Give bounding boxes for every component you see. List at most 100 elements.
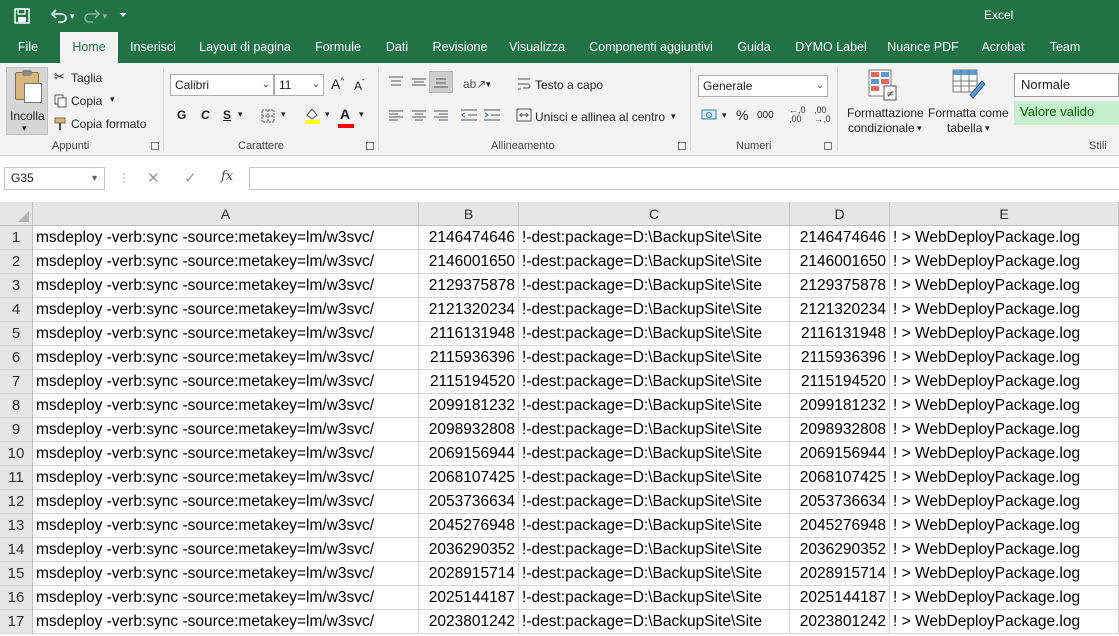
orientation-dropdown-icon[interactable]: ▾ xyxy=(486,79,491,90)
cell[interactable]: 2053736634 xyxy=(790,490,890,514)
cell[interactable]: !-dest:package=D:\BackupSite\Site xyxy=(519,250,790,274)
cell[interactable]: !-dest:package=D:\BackupSite\Site xyxy=(519,490,790,514)
cell[interactable]: 2028915714 xyxy=(419,562,519,586)
cell[interactable]: 2121320234 xyxy=(790,298,890,322)
font-name-select[interactable]: Calibri ⌄ xyxy=(170,74,274,96)
carattere-launcher-icon[interactable] xyxy=(366,142,374,150)
copy-button[interactable]: Copia xyxy=(71,94,102,108)
cell[interactable]: msdeploy -verb:sync -source:metakey=lm/w… xyxy=(33,418,419,442)
cell[interactable]: 2053736634 xyxy=(419,490,519,514)
tab-visualizza[interactable]: Visualizza xyxy=(504,32,570,63)
cell[interactable]: !-dest:package=D:\BackupSite\Site xyxy=(519,226,790,250)
tab-revisione[interactable]: Revisione xyxy=(426,32,494,63)
tab-inserisci[interactable]: Inserisci xyxy=(124,32,182,63)
style-good[interactable]: Valore valido xyxy=(1014,101,1119,125)
tab-formule[interactable]: Formule xyxy=(308,32,368,63)
row-header[interactable]: 2 xyxy=(0,250,33,274)
cell[interactable]: 2028915714 xyxy=(790,562,890,586)
align-center-icon[interactable] xyxy=(411,110,427,122)
cell[interactable]: 2099181232 xyxy=(419,394,519,418)
format-as-table-button[interactable]: Formatta come xyxy=(928,106,1009,120)
cell[interactable]: 2129375878 xyxy=(419,274,519,298)
cell[interactable]: !-dest:package=D:\BackupSite\Site xyxy=(519,586,790,610)
cell[interactable]: !-dest:package=D:\BackupSite\Site xyxy=(519,346,790,370)
cell[interactable]: ! > WebDeployPackage.log xyxy=(890,490,1119,514)
cell[interactable]: 2146001650 xyxy=(790,250,890,274)
borders-dropdown-icon[interactable]: ▾ xyxy=(281,109,286,120)
cell[interactable]: 2121320234 xyxy=(419,298,519,322)
cell[interactable]: 2069156944 xyxy=(790,442,890,466)
row-header[interactable]: 6 xyxy=(0,346,33,370)
name-box[interactable]: G35 ▼ xyxy=(4,167,105,190)
align-bottom-button[interactable] xyxy=(429,71,453,93)
row-header[interactable]: 3 xyxy=(0,274,33,298)
row-header[interactable]: 13 xyxy=(0,514,33,538)
cell[interactable]: msdeploy -verb:sync -source:metakey=lm/w… xyxy=(33,514,419,538)
paste-dropdown-icon[interactable]: ▾ xyxy=(22,123,27,134)
cell[interactable]: ! > WebDeployPackage.log xyxy=(890,298,1119,322)
cell[interactable]: msdeploy -verb:sync -source:metakey=lm/w… xyxy=(33,490,419,514)
decrease-decimal-icon[interactable]: ,00 →,0 xyxy=(814,106,831,124)
save-icon[interactable] xyxy=(14,8,30,24)
allineamento-launcher-icon[interactable] xyxy=(678,142,686,150)
cell[interactable]: 2068107425 xyxy=(790,466,890,490)
cell[interactable]: ! > WebDeployPackage.log xyxy=(890,442,1119,466)
format-painter-button[interactable]: Copia formato xyxy=(71,117,146,131)
cell[interactable]: 2115936396 xyxy=(419,346,519,370)
tab-dymo[interactable]: DYMO Label xyxy=(788,32,874,63)
cell[interactable]: ! > WebDeployPackage.log xyxy=(890,274,1119,298)
row-header[interactable]: 4 xyxy=(0,298,33,322)
cell[interactable]: msdeploy -verb:sync -source:metakey=lm/w… xyxy=(33,274,419,298)
undo-dropdown-icon[interactable]: ▾ xyxy=(70,4,75,28)
row-header[interactable]: 10 xyxy=(0,442,33,466)
insert-function-icon[interactable]: fx xyxy=(221,169,233,184)
underline-button[interactable]: S xyxy=(223,108,231,122)
cell[interactable]: ! > WebDeployPackage.log xyxy=(890,250,1119,274)
redo-icon[interactable] xyxy=(83,8,101,24)
cell[interactable]: !-dest:package=D:\BackupSite\Site xyxy=(519,514,790,538)
decrease-indent-icon[interactable] xyxy=(460,108,478,122)
cell[interactable]: msdeploy -verb:sync -source:metakey=lm/w… xyxy=(33,346,419,370)
cell[interactable]: 2146474646 xyxy=(790,226,890,250)
undo-icon[interactable] xyxy=(50,8,68,24)
cell[interactable]: 2023801242 xyxy=(419,610,519,634)
font-color-button[interactable]: A xyxy=(340,106,350,122)
cell[interactable]: msdeploy -verb:sync -source:metakey=lm/w… xyxy=(33,322,419,346)
align-left-icon[interactable] xyxy=(388,110,404,122)
cancel-icon[interactable]: ✕ xyxy=(147,169,160,187)
italic-button[interactable]: C xyxy=(201,108,210,122)
cell[interactable]: !-dest:package=D:\BackupSite\Site xyxy=(519,274,790,298)
cell[interactable]: ! > WebDeployPackage.log xyxy=(890,346,1119,370)
tab-nuance[interactable]: Nuance PDF xyxy=(882,32,964,63)
column-header-d[interactable]: D xyxy=(790,202,890,226)
copy-dropdown-icon[interactable]: ▾ xyxy=(110,94,115,105)
cell[interactable]: msdeploy -verb:sync -source:metakey=lm/w… xyxy=(33,394,419,418)
cell[interactable]: msdeploy -verb:sync -source:metakey=lm/w… xyxy=(33,370,419,394)
cell[interactable]: !-dest:package=D:\BackupSite\Site xyxy=(519,394,790,418)
redo-dropdown-icon[interactable]: ▾ xyxy=(103,4,108,28)
row-header[interactable]: 12 xyxy=(0,490,33,514)
accounting-dropdown-icon[interactable]: ▾ xyxy=(722,110,727,121)
cell[interactable]: 2036290352 xyxy=(419,538,519,562)
row-header[interactable]: 7 xyxy=(0,370,33,394)
cell[interactable]: ! > WebDeployPackage.log xyxy=(890,514,1119,538)
cell[interactable]: 2025144187 xyxy=(419,586,519,610)
conditional-formatting-button[interactable]: Formattazione xyxy=(847,106,924,120)
borders-icon[interactable] xyxy=(261,109,275,123)
font-color-dropdown-icon[interactable]: ▾ xyxy=(359,109,364,120)
select-all-button[interactable] xyxy=(0,202,33,226)
cell[interactable]: ! > WebDeployPackage.log xyxy=(890,586,1119,610)
cell[interactable]: ! > WebDeployPackage.log xyxy=(890,226,1119,250)
cell[interactable]: ! > WebDeployPackage.log xyxy=(890,538,1119,562)
cell[interactable]: 2116131948 xyxy=(790,322,890,346)
align-middle-icon[interactable] xyxy=(411,76,427,88)
table-dropdown-icon[interactable]: ▾ xyxy=(985,123,990,134)
cell[interactable]: 2129375878 xyxy=(790,274,890,298)
percent-button[interactable]: % xyxy=(736,107,748,123)
appunti-launcher-icon[interactable] xyxy=(151,142,159,150)
column-header-a[interactable]: A xyxy=(33,202,419,226)
cell[interactable]: msdeploy -verb:sync -source:metakey=lm/w… xyxy=(33,586,419,610)
row-header[interactable]: 14 xyxy=(0,538,33,562)
row-header[interactable]: 5 xyxy=(0,322,33,346)
cell[interactable]: ! > WebDeployPackage.log xyxy=(890,370,1119,394)
